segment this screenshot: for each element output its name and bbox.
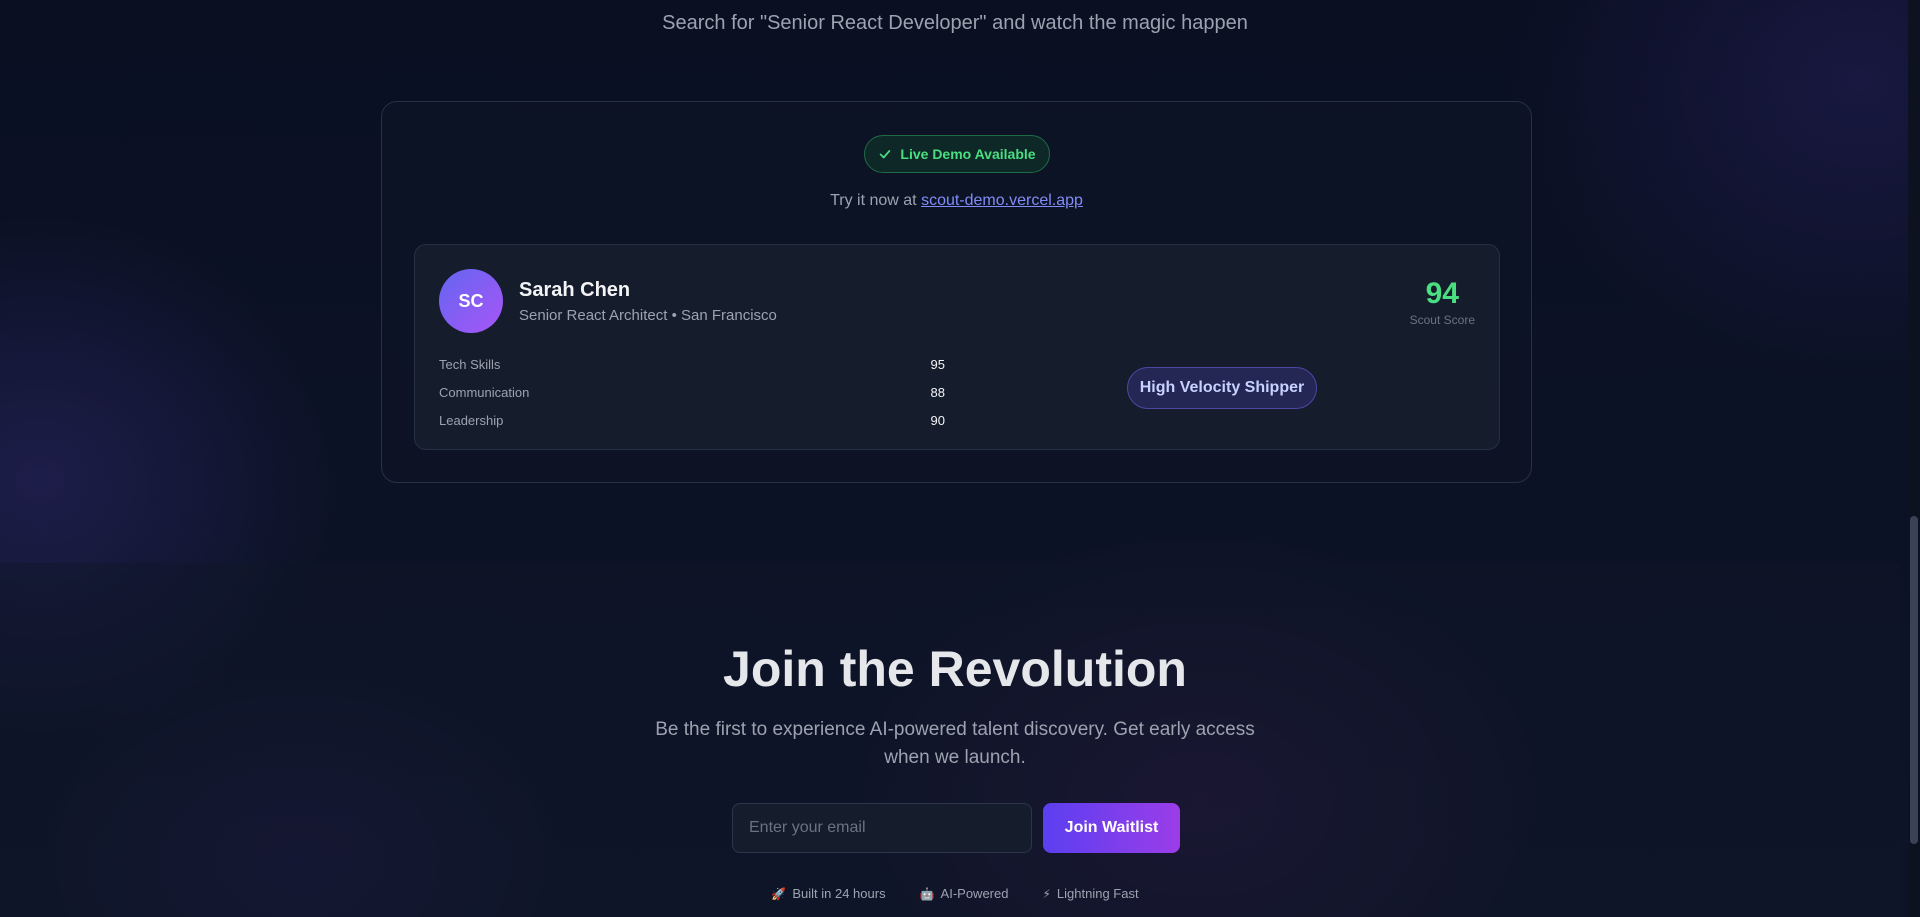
try-it-line: Try it now at scout-demo.vercel.app bbox=[382, 192, 1531, 210]
try-it-prefix: Try it now at bbox=[830, 192, 922, 209]
stat-label: Leadership bbox=[439, 412, 504, 428]
high-velocity-tag: High Velocity Shipper bbox=[1127, 367, 1317, 409]
feature-list: 🚀 Built in 24 hours 🤖 AI-Powered ⚡ Light… bbox=[0, 886, 1910, 901]
avatar-initials: SC bbox=[458, 290, 484, 311]
stat-value: 95 bbox=[930, 356, 945, 372]
feature-label: Built in 24 hours bbox=[792, 886, 886, 901]
stat-row-communication: Communication 88 bbox=[439, 378, 945, 406]
avatar: SC bbox=[439, 269, 503, 333]
candidate-role: Senior React Architect • San Francisco bbox=[519, 307, 777, 324]
email-input[interactable] bbox=[732, 803, 1032, 853]
scout-score-label: Scout Score bbox=[1409, 313, 1475, 327]
scout-score: 94 Scout Score bbox=[1409, 277, 1475, 328]
scout-score-value: 94 bbox=[1425, 277, 1459, 310]
stat-label: Communication bbox=[439, 384, 530, 400]
join-description: Be the first to experience AI-powered ta… bbox=[655, 719, 1255, 768]
demo-link[interactable]: scout-demo.vercel.app bbox=[921, 192, 1083, 209]
join-waitlist-button[interactable]: Join Waitlist bbox=[1043, 803, 1180, 853]
hero-subheading: Search for "Senior React Developer" and … bbox=[662, 12, 1248, 34]
stat-label: Tech Skills bbox=[439, 356, 501, 372]
candidate-name: Sarah Chen bbox=[519, 279, 631, 301]
robot-icon: 🤖 bbox=[919, 886, 935, 901]
stat-value: 88 bbox=[930, 384, 945, 400]
feature-label: AI-Powered bbox=[940, 886, 1009, 901]
stat-value: 90 bbox=[930, 412, 945, 428]
live-demo-badge-label: Live Demo Available bbox=[900, 146, 1036, 162]
rocket-icon: 🚀 bbox=[771, 886, 787, 901]
feature-item: ⚡ Lightning Fast bbox=[1042, 886, 1138, 901]
stats-list: Tech Skills 95 Communication 88 Leadersh… bbox=[439, 350, 945, 434]
scrollbar-thumb[interactable] bbox=[1910, 516, 1918, 844]
feature-item: 🤖 AI-Powered bbox=[920, 886, 1009, 901]
feature-label: Lightning Fast bbox=[1056, 886, 1139, 901]
demo-card: Live Demo Available Try it now at scout-… bbox=[381, 101, 1532, 483]
feature-item: 🚀 Built in 24 hours bbox=[771, 886, 885, 901]
live-demo-badge: Live Demo Available bbox=[864, 135, 1050, 173]
check-icon bbox=[880, 150, 891, 159]
stat-row-leadership: Leadership 90 bbox=[439, 406, 945, 434]
join-title: Join the Revolution bbox=[723, 641, 1187, 697]
lightning-icon: ⚡ bbox=[1042, 886, 1051, 901]
page-content: Search for "Senior React Developer" and … bbox=[0, 0, 1920, 917]
candidate-profile-card[interactable]: SC Sarah Chen Senior React Architect • S… bbox=[414, 244, 1500, 450]
scrollbar[interactable] bbox=[1908, 0, 1920, 917]
stat-row-tech-skills: Tech Skills 95 bbox=[439, 350, 945, 378]
